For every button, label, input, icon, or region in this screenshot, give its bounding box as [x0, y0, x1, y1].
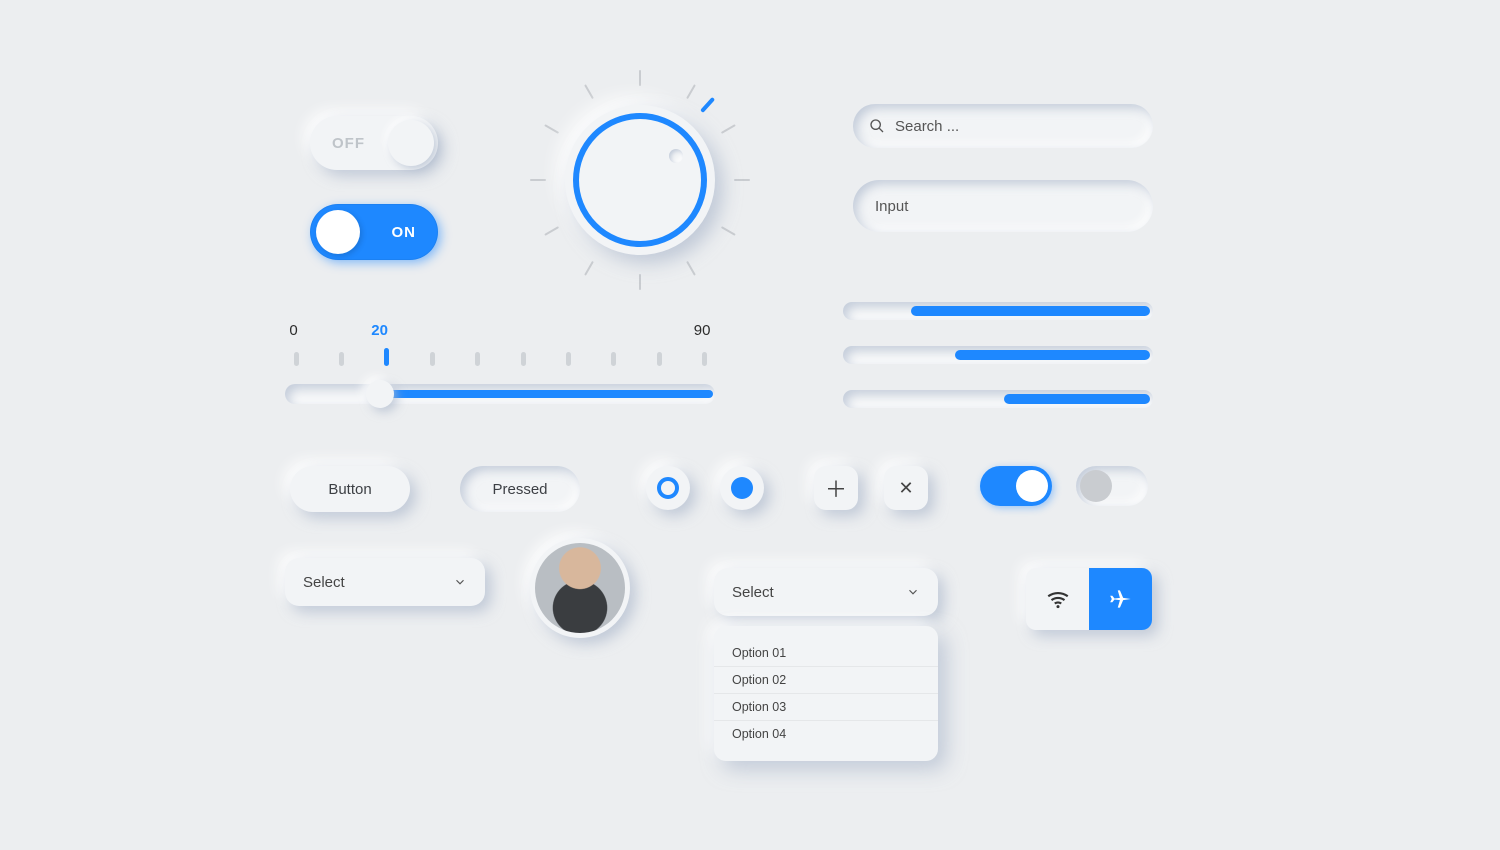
select-label: Select: [732, 584, 774, 601]
dial-tick: [721, 226, 736, 236]
button-label: Pressed: [492, 481, 547, 498]
add-button[interactable]: ＋: [814, 466, 858, 510]
rotary-dial[interactable]: [530, 70, 750, 290]
button-label: Button: [328, 481, 371, 498]
chevron-down-icon: [906, 585, 920, 599]
progress-fill: [955, 350, 1150, 360]
slider-control[interactable]: 0 20 90: [285, 322, 715, 404]
slider-track[interactable]: [285, 384, 715, 404]
dropdown-option[interactable]: Option 01: [714, 640, 938, 667]
ruler-value: 20: [371, 322, 388, 339]
dropdown-option[interactable]: Option 02: [714, 667, 938, 694]
wifi-icon: [1045, 586, 1071, 612]
ruler-tick: [294, 352, 299, 366]
radio-selected[interactable]: [720, 466, 764, 510]
dial-tick: [721, 124, 736, 134]
dial-tick: [544, 124, 559, 134]
dial-tick: [734, 179, 750, 181]
mini-toggle-on[interactable]: [980, 466, 1052, 506]
ruler-max: 90: [694, 322, 711, 339]
select-label: Select: [303, 574, 345, 591]
ruler-tick: [657, 352, 662, 366]
toggle-on[interactable]: ON: [310, 204, 438, 260]
search-input[interactable]: Search ...: [853, 104, 1153, 148]
toggle-off[interactable]: OFF: [310, 116, 438, 170]
button-pressed[interactable]: Pressed: [460, 466, 580, 512]
dial-ring: [573, 113, 707, 247]
dropdown-option[interactable]: Option 03: [714, 694, 938, 721]
dial-position-dot: [669, 149, 683, 163]
dial-indicator: [700, 97, 715, 113]
toggle-off-knob: [388, 120, 434, 166]
dial-tick: [530, 179, 546, 181]
radio-ring-icon: [657, 477, 679, 499]
input-placeholder: Input: [875, 198, 908, 215]
close-icon: ✕: [898, 478, 913, 499]
mini-toggle-off[interactable]: [1076, 466, 1148, 506]
ruler-min: 0: [289, 322, 297, 339]
ruler-tick: [384, 348, 389, 366]
airplane-icon: [1108, 586, 1134, 612]
progress-bar-1: [843, 302, 1153, 320]
avatar[interactable]: [530, 538, 630, 638]
ruler-tick: [521, 352, 526, 366]
ruler-tick: [430, 352, 435, 366]
wifi-segment[interactable]: [1026, 568, 1089, 630]
toggle-on-knob: [316, 210, 360, 254]
dial-tick: [544, 226, 559, 236]
ruler-tick: [475, 352, 480, 366]
toggle-knob: [1016, 470, 1048, 502]
progress-fill: [911, 306, 1150, 316]
dropdown-menu: Option 01 Option 02 Option 03 Option 04: [714, 626, 938, 761]
ruler-tick: [702, 352, 707, 366]
dial-tick: [639, 274, 641, 290]
ruler-tick: [566, 352, 571, 366]
search-icon: [869, 118, 885, 134]
dial-tick: [686, 261, 696, 276]
segmented-control: [1026, 568, 1152, 630]
dial-body: [565, 105, 715, 255]
ruler-ticks: [285, 348, 715, 370]
ruler-labels: 0 20 90: [285, 322, 715, 344]
airplane-segment[interactable]: [1089, 568, 1152, 630]
ruler-tick: [611, 352, 616, 366]
progress-bar-3: [843, 390, 1153, 408]
dropdown-option[interactable]: Option 04: [714, 721, 938, 747]
toggle-off-label: OFF: [332, 135, 365, 152]
dial-tick: [584, 84, 594, 99]
text-input[interactable]: Input: [853, 180, 1153, 232]
toggle-knob: [1080, 470, 1112, 502]
slider-knob[interactable]: [366, 380, 394, 408]
search-placeholder: Search ...: [895, 118, 959, 135]
plus-icon: ＋: [825, 472, 847, 504]
avatar-image: [535, 543, 625, 633]
close-button[interactable]: ✕: [884, 466, 928, 510]
dial-tick: [584, 261, 594, 276]
select-dropdown-2[interactable]: Select: [714, 568, 938, 616]
radio-unselected[interactable]: [646, 466, 690, 510]
slider-fill: [380, 390, 713, 398]
select-dropdown-1[interactable]: Select: [285, 558, 485, 606]
ruler-tick: [339, 352, 344, 366]
dial-tick: [639, 70, 641, 86]
dial-tick: [686, 84, 696, 99]
toggle-on-label: ON: [392, 224, 417, 241]
radio-dot-icon: [731, 477, 753, 499]
chevron-down-icon: [453, 575, 467, 589]
progress-fill: [1004, 394, 1150, 404]
progress-bar-2: [843, 346, 1153, 364]
button-normal[interactable]: Button: [290, 466, 410, 512]
